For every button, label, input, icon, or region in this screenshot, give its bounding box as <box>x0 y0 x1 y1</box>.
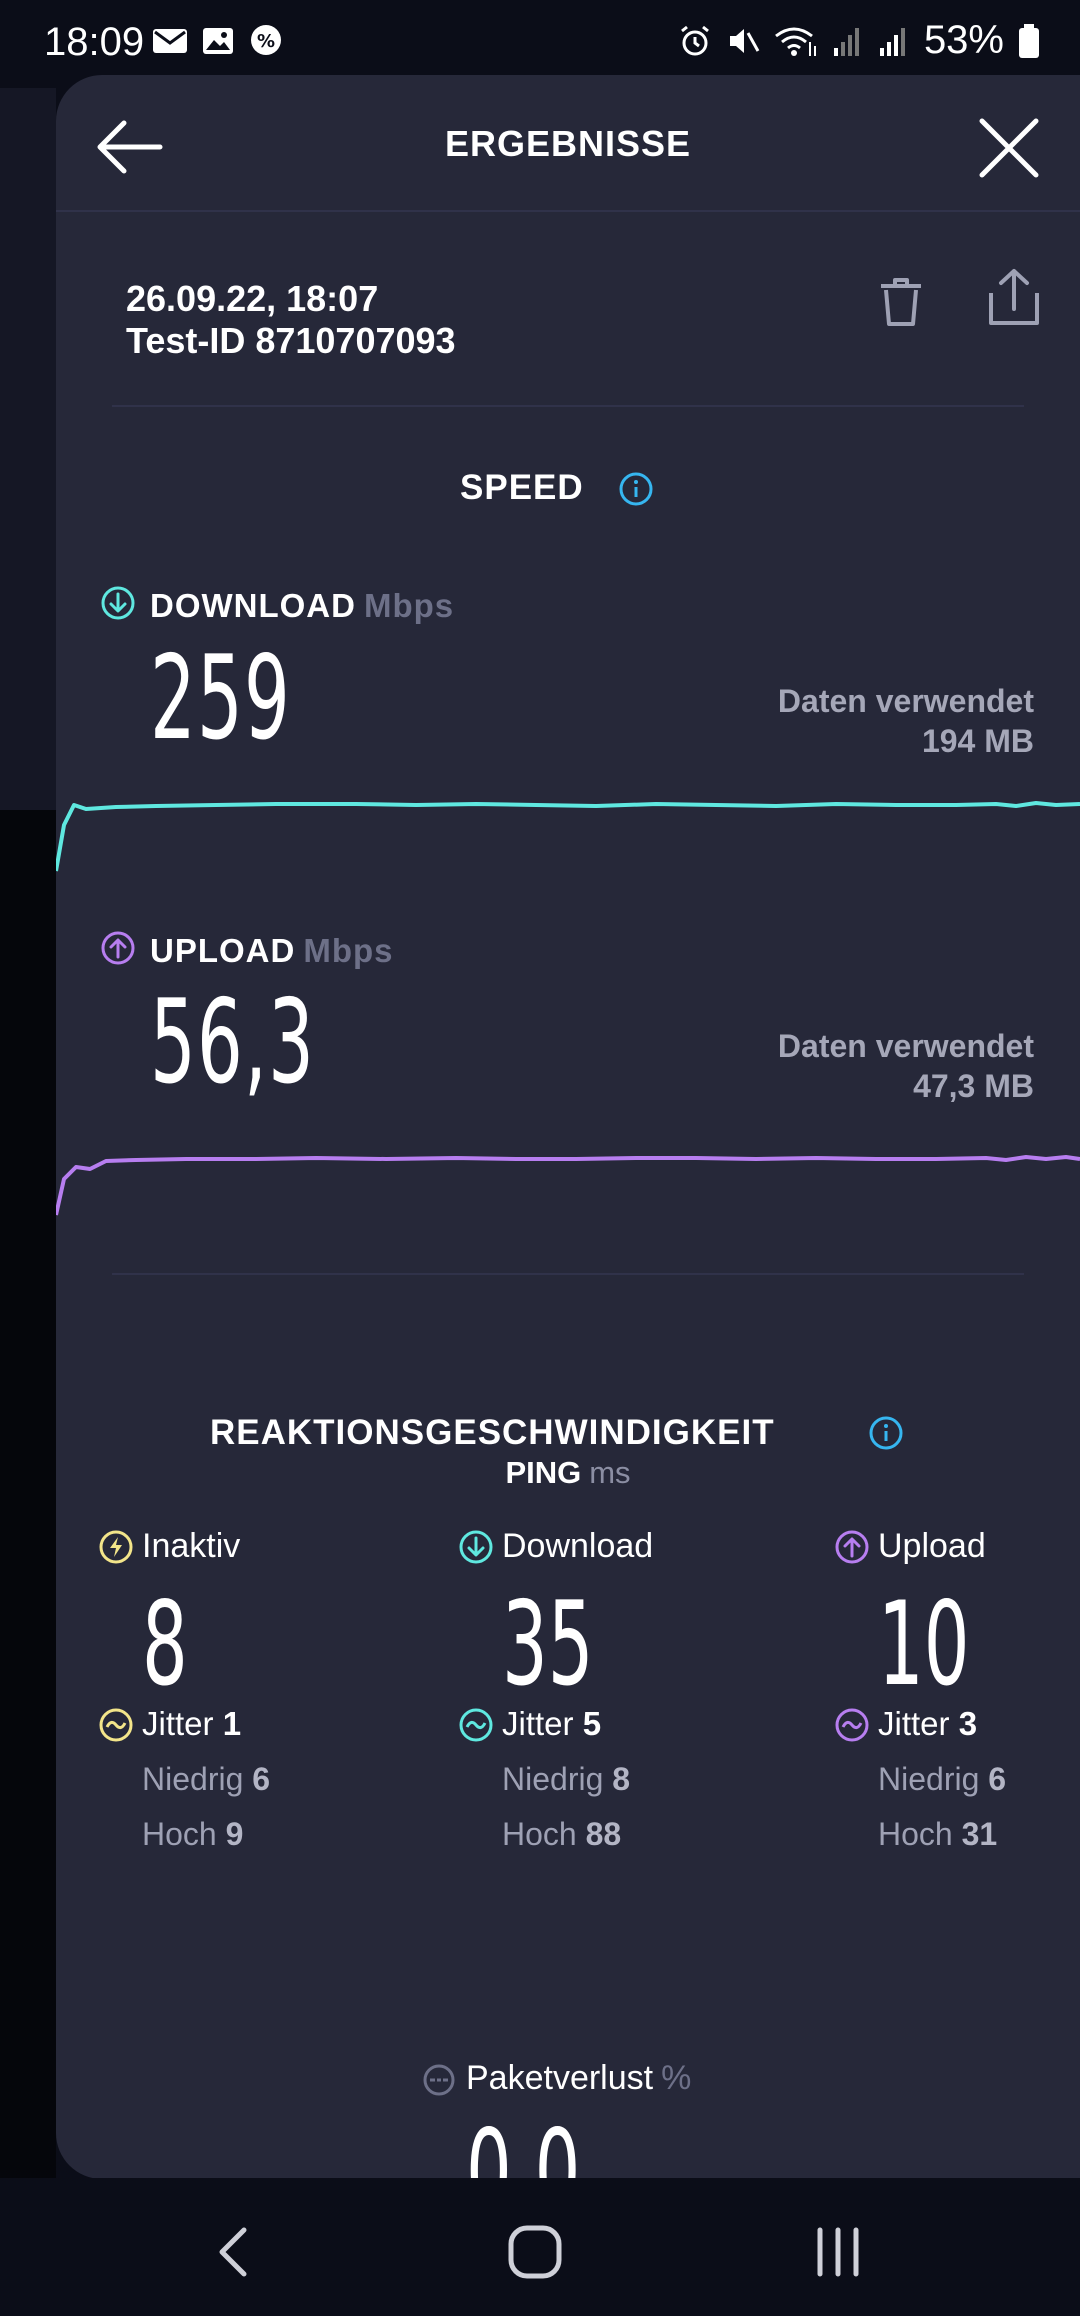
ping-upload-value: 10 <box>878 1577 970 1712</box>
divider <box>112 405 1024 407</box>
ping-download-label: Download <box>502 1527 654 1565</box>
wifi-icon <box>775 27 816 56</box>
nav-back-icon[interactable] <box>206 2222 266 2282</box>
ping-upload-low: Niedrig 6 <box>878 1761 1007 1797</box>
lightning-icon <box>99 1530 133 1564</box>
jitter-icon <box>835 1708 869 1742</box>
status-icons: 53% <box>678 18 1040 63</box>
ping-upload-label: Upload <box>878 1527 986 1565</box>
download-data-used: Daten verwendet 194 MB <box>778 681 1034 761</box>
upload-data-used: Daten verwendet 47,3 MB <box>778 1026 1034 1106</box>
download-graph <box>56 801 1080 872</box>
svg-text:%: % <box>257 31 275 52</box>
upload-unit: Mbps <box>303 932 394 969</box>
ping-download-high: Hoch 88 <box>502 1816 622 1852</box>
upload-data-used-value: 47,3 MB <box>913 1068 1034 1104</box>
results-header: ERGEBNISSE <box>56 75 1080 212</box>
gallery-icon <box>203 28 233 54</box>
nav-recents-icon[interactable] <box>808 2222 868 2282</box>
download-label-text: DOWNLOAD <box>150 587 356 624</box>
background-app-strip-lower <box>0 810 56 2178</box>
jitter-icon <box>99 1708 133 1742</box>
test-info: 26.09.22, 18:07 Test-ID 8710707093 <box>126 278 456 362</box>
ping-idle-high: Hoch 9 <box>142 1816 244 1852</box>
download-icon <box>101 586 135 620</box>
results-panel: ERGEBNISSE 26.09.22, 18:07 Test-ID 87107… <box>56 75 1080 2179</box>
signal-icon-1 <box>833 27 859 56</box>
upload-icon <box>101 931 135 965</box>
upload-data-used-label: Daten verwendet <box>777 1028 1034 1064</box>
test-datetime: 26.09.22, 18:07 <box>126 278 379 319</box>
signal-icon-2 <box>879 27 905 56</box>
upload-icon <box>835 1530 869 1564</box>
download-icon <box>459 1530 493 1564</box>
ping-download-jitter: Jitter 5 <box>502 1705 602 1742</box>
page-title: ERGEBNISSE <box>444 123 692 164</box>
ping-upload-high: Hoch 31 <box>878 1816 998 1852</box>
navigation-bar <box>0 2178 1080 2316</box>
ping-idle-label: Inaktiv <box>142 1527 241 1565</box>
ping-idle-value: 8 <box>142 1577 188 1712</box>
reaction-title: REAKTIONSGESCHWINDIGKEIT <box>210 1413 775 1452</box>
ping-download-value: 35 <box>502 1577 594 1712</box>
ping-title: PING ms <box>56 1455 1080 1491</box>
close-icon[interactable] <box>974 113 1044 183</box>
download-data-used-value: 194 MB <box>921 723 1034 759</box>
jitter-icon <box>459 1708 493 1742</box>
mail-icon <box>153 29 187 53</box>
packet-loss-label: Paketverlust% <box>466 2059 692 2097</box>
upload-label: UPLOAD Mbps <box>150 932 394 970</box>
upload-value: 56,3 <box>150 975 316 1110</box>
speed-title: SPEED <box>460 468 584 507</box>
share-icon[interactable] <box>981 265 1047 331</box>
nav-home-icon[interactable] <box>505 2222 565 2282</box>
ping-idle-low: Niedrig 6 <box>142 1761 271 1797</box>
mute-icon <box>729 28 760 53</box>
trash-icon[interactable] <box>871 272 931 332</box>
status-time: 18:09 <box>44 20 145 64</box>
reaction-info-icon[interactable] <box>868 1415 904 1451</box>
ping-label: PING <box>505 1455 582 1490</box>
ping-upload-jitter: Jitter 3 <box>878 1705 978 1742</box>
battery-icon <box>1019 23 1039 58</box>
upload-graph <box>56 1155 1080 1216</box>
ping-download-low: Niedrig 8 <box>502 1761 631 1797</box>
ping-idle-jitter: Jitter 1 <box>142 1705 242 1742</box>
packet-loss-icon <box>423 2064 455 2096</box>
battery-percent: 53% <box>923 18 1004 62</box>
alarm-icon <box>681 25 709 55</box>
test-id: Test-ID 8710707093 <box>126 320 456 361</box>
speed-info-icon[interactable] <box>618 471 654 507</box>
download-label: DOWNLOAD Mbps <box>150 587 454 625</box>
app-notification-icon: % <box>251 25 281 55</box>
upload-label-text: UPLOAD <box>150 932 296 969</box>
download-value: 259 <box>150 631 292 766</box>
download-data-used-label: Daten verwendet <box>777 683 1034 719</box>
ping-unit: ms <box>589 1455 631 1490</box>
download-unit: Mbps <box>363 587 455 624</box>
packet-loss-value: 0,0 <box>466 2105 581 2180</box>
divider <box>112 1273 1024 1275</box>
